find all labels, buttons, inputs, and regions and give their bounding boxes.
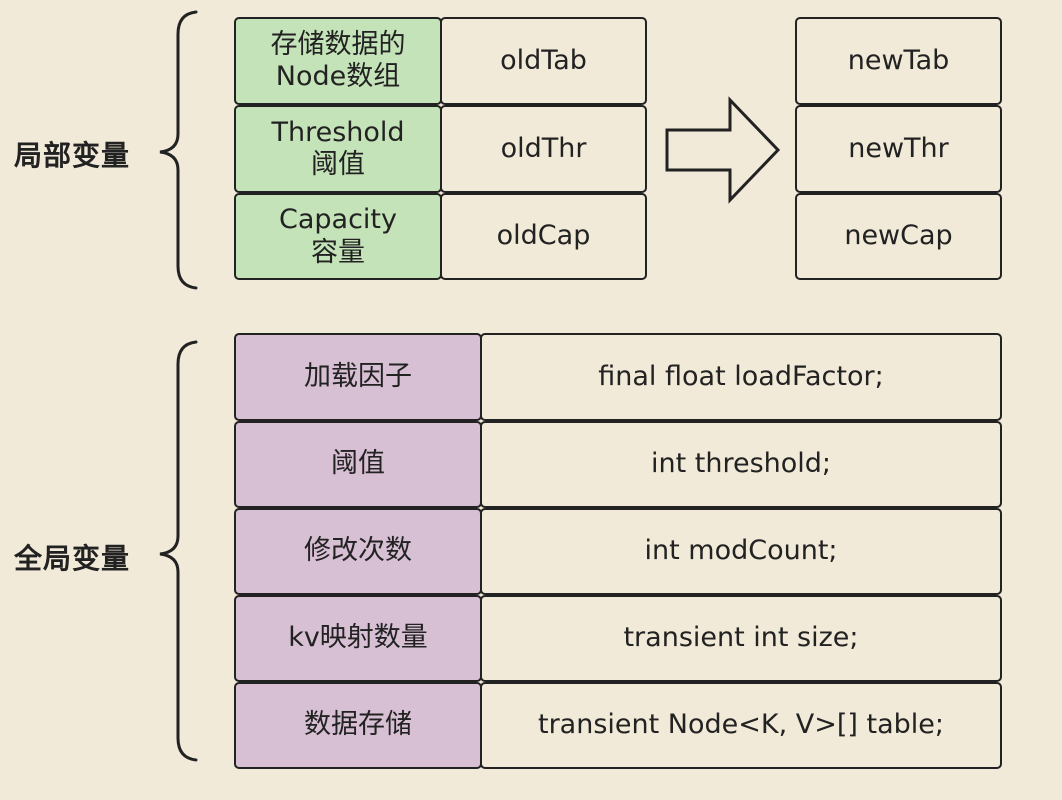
new-thr-cell: newThr: [795, 105, 1002, 193]
global-var-name-size: kv映射数量: [234, 595, 482, 682]
left-brace-icon: [159, 10, 198, 290]
right-arrow-icon: [665, 96, 781, 204]
global-var-name-table: 数据存储: [234, 682, 482, 769]
local-var-name-line1: Capacity: [279, 204, 397, 236]
global-var-name-mod-count: 修改次数: [234, 508, 482, 595]
global-var-code-size: transient int size;: [480, 595, 1002, 682]
new-cap-cell: newCap: [795, 193, 1002, 280]
local-var-name-threshold: Threshold 阈值: [234, 105, 442, 193]
local-var-name-line2: 阈值: [311, 149, 365, 180]
local-var-name-line2: 容量: [311, 236, 365, 268]
global-var-code-mod-count: int modCount;: [480, 508, 1002, 595]
global-var-name-load-factor: 加载因子: [234, 333, 482, 421]
new-tab-cell: newTab: [795, 17, 1002, 105]
global-var-name-threshold: 阈值: [234, 421, 482, 508]
local-var-name-line1: 存储数据的: [270, 28, 406, 60]
local-var-name-capacity: Capacity 容量: [234, 193, 442, 280]
old-thr-cell: oldThr: [440, 105, 647, 193]
local-var-name-node-array: 存储数据的 Node数组: [234, 17, 442, 105]
global-var-code-threshold: int threshold;: [480, 421, 1002, 508]
left-brace-icon: [159, 340, 198, 762]
old-cap-cell: oldCap: [440, 193, 647, 280]
old-tab-cell: oldTab: [440, 17, 647, 105]
global-variables-label: 全局变量: [14, 542, 131, 575]
global-var-code-table: transient Node<K, V>[] table;: [480, 682, 1002, 769]
local-var-name-line2: Node数组: [275, 61, 401, 92]
local-variables-label: 局部变量: [14, 139, 131, 172]
global-var-code-load-factor: final float loadFactor;: [480, 333, 1002, 421]
local-var-name-line1: Threshold: [271, 116, 405, 148]
